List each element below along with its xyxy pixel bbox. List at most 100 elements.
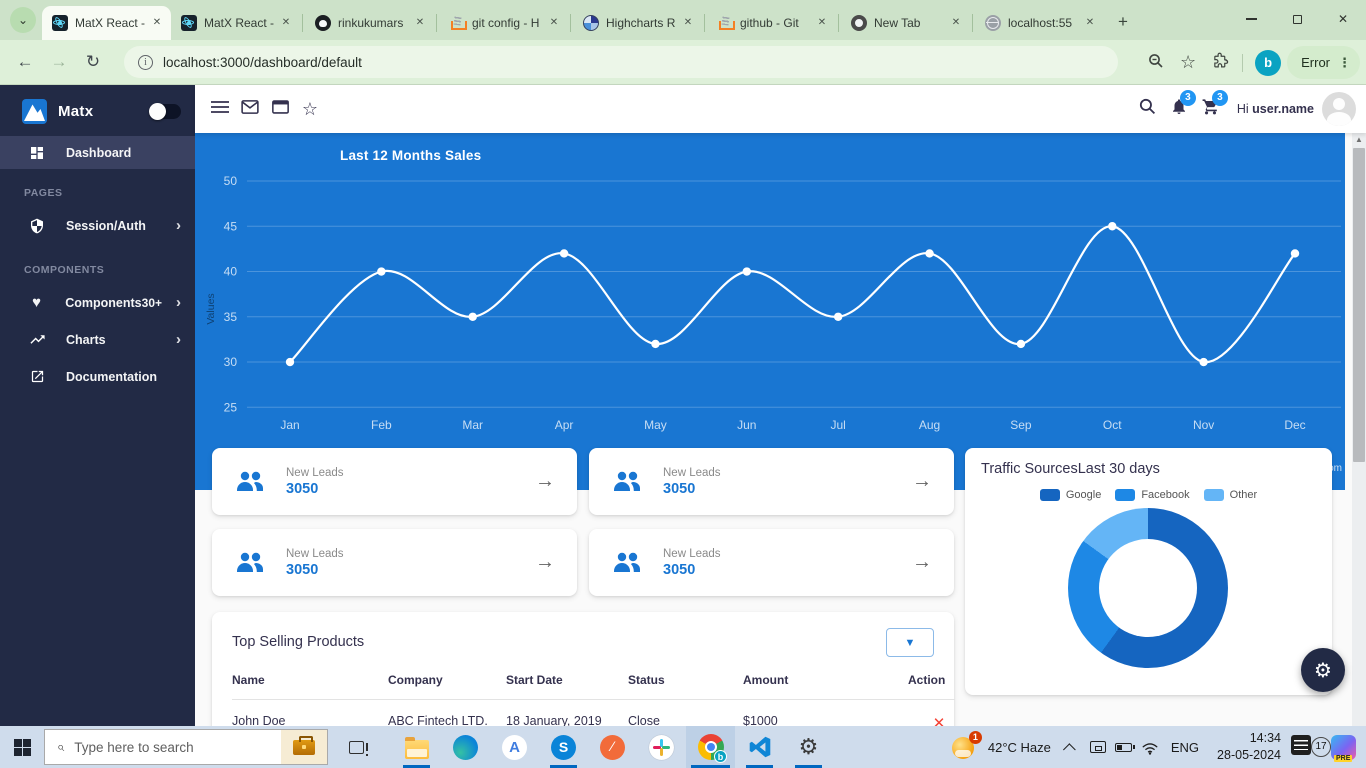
brand-name: Matx bbox=[58, 103, 149, 120]
user-avatar[interactable] bbox=[1322, 92, 1356, 126]
cast-device-icon[interactable] bbox=[1085, 741, 1111, 753]
taskbar-search-box[interactable]: ⌕ Type here to search bbox=[44, 729, 328, 765]
arrow-right-icon[interactable]: → bbox=[535, 551, 555, 574]
arrow-right-icon[interactable]: → bbox=[912, 551, 932, 574]
scrollbar-up-arrow[interactable]: ▲ bbox=[1352, 133, 1366, 147]
arrow-right-icon[interactable]: → bbox=[535, 470, 555, 493]
tab-close-icon[interactable]: ✕ bbox=[1082, 15, 1098, 31]
vscode-icon bbox=[747, 734, 773, 760]
bookmark-star-icon[interactable]: ☆ bbox=[1172, 52, 1204, 73]
people-group-icon bbox=[611, 551, 647, 575]
sidebar-mode-toggle[interactable] bbox=[149, 104, 181, 119]
show-hidden-icons-chevron[interactable] bbox=[1059, 743, 1085, 752]
arrow-right-icon[interactable]: → bbox=[912, 470, 932, 493]
notifications-button[interactable]: 3 bbox=[1163, 97, 1195, 121]
browser-tab-highcharts[interactable]: Highcharts R ✕ bbox=[573, 6, 702, 40]
table-menu-dropdown-button[interactable]: ▼ bbox=[886, 628, 934, 657]
browser-tab-github-git[interactable]: github - Git ✕ bbox=[707, 6, 836, 40]
traffic-sources-title: Traffic SourcesLast 30 days bbox=[981, 461, 1316, 477]
page-scrollbar[interactable]: ▲ bbox=[1352, 133, 1366, 726]
action-center-button[interactable]: 17 bbox=[1291, 732, 1331, 762]
site-info-icon[interactable]: i bbox=[138, 55, 153, 70]
taskbar-settings[interactable]: ⚙ bbox=[784, 726, 833, 768]
star-outline-icon[interactable]: ☆ bbox=[295, 99, 325, 120]
window-close-button[interactable]: ✕ bbox=[1320, 0, 1366, 38]
taskbar-edge[interactable] bbox=[441, 726, 490, 768]
svg-text:50: 50 bbox=[224, 174, 238, 188]
theme-settings-fab[interactable]: ⚙ bbox=[1301, 648, 1345, 692]
browser-tab-github-profile[interactable]: rinkukumars ✕ bbox=[305, 6, 434, 40]
tab-close-icon[interactable]: ✕ bbox=[680, 15, 696, 31]
url-text: localhost:3000/dashboard/default bbox=[163, 55, 362, 70]
tab-search-caret-icon[interactable]: ⌄ bbox=[10, 7, 36, 33]
language-indicator[interactable]: ENG bbox=[1171, 740, 1199, 755]
new-leads-card-3[interactable]: New Leads 3050 → bbox=[212, 529, 577, 596]
sidebar-item-session-auth[interactable]: Session/Auth › bbox=[0, 209, 195, 242]
battery-icon[interactable] bbox=[1111, 743, 1137, 752]
tab-close-icon[interactable]: ✕ bbox=[149, 15, 165, 31]
tab-close-icon[interactable]: ✕ bbox=[278, 15, 294, 31]
lead-card-value: 3050 bbox=[286, 481, 535, 497]
sidebar-item-dashboard[interactable]: Dashboard bbox=[0, 136, 195, 169]
taskbar-postman[interactable]: ⁄ bbox=[588, 726, 637, 768]
kebab-menu-icon[interactable]: ⋮ bbox=[1338, 55, 1352, 71]
window-minimize-button[interactable] bbox=[1228, 0, 1274, 38]
browser-tab-newtab[interactable]: New Tab ✕ bbox=[841, 6, 970, 40]
search-icon[interactable] bbox=[1133, 98, 1163, 120]
new-tab-button[interactable]: + bbox=[1118, 12, 1128, 32]
tab-close-icon[interactable]: ✕ bbox=[948, 15, 964, 31]
mail-icon[interactable] bbox=[235, 100, 265, 119]
tab-close-icon[interactable]: ✕ bbox=[412, 15, 428, 31]
address-bar[interactable]: i localhost:3000/dashboard/default bbox=[124, 46, 1118, 78]
tab-close-icon[interactable]: ✕ bbox=[546, 15, 562, 31]
new-leads-card-1[interactable]: New Leads 3050 → bbox=[212, 448, 577, 515]
menu-hamburger-icon[interactable] bbox=[205, 100, 235, 119]
lead-card-label: New Leads bbox=[286, 548, 535, 560]
browser-tab-localhost[interactable]: localhost:55 ✕ bbox=[975, 6, 1104, 40]
search-highlight-segment[interactable] bbox=[281, 730, 327, 764]
sidebar-item-components[interactable]: ♥ Components 30+ › bbox=[0, 286, 195, 319]
weather-widget[interactable]: 1 bbox=[950, 733, 980, 761]
people-group-icon bbox=[234, 551, 270, 575]
svg-text:Jan: Jan bbox=[280, 418, 299, 432]
task-view-button[interactable] bbox=[336, 741, 376, 754]
window-restore-button[interactable] bbox=[1274, 0, 1320, 38]
extensions-icon[interactable] bbox=[1204, 52, 1236, 73]
legend-item-google: Google bbox=[1040, 489, 1101, 501]
stackoverflow-favicon bbox=[449, 15, 465, 31]
new-leads-card-2[interactable]: New Leads 3050 → bbox=[589, 448, 954, 515]
cart-button[interactable]: 3 bbox=[1195, 97, 1227, 121]
back-icon[interactable]: ← bbox=[8, 52, 42, 72]
start-button[interactable] bbox=[0, 739, 44, 756]
file-explorer-icon bbox=[405, 740, 429, 759]
taskbar-chrome[interactable]: b bbox=[686, 726, 735, 768]
taskbar-file-explorer[interactable] bbox=[392, 726, 441, 768]
taskbar-app-a[interactable]: A bbox=[490, 726, 539, 768]
taskbar-slack[interactable] bbox=[637, 726, 686, 768]
taskbar-skype[interactable]: S bbox=[539, 726, 588, 768]
error-menu-button[interactable]: Error ⋮ bbox=[1287, 46, 1360, 79]
new-leads-card-4[interactable]: New Leads 3050 → bbox=[589, 529, 954, 596]
taskbar-clock[interactable]: 14:34 28-05-2024 bbox=[1217, 730, 1281, 764]
browser-tab-gitconfig[interactable]: git config - H ✕ bbox=[439, 6, 568, 40]
tab-close-icon[interactable]: ✕ bbox=[814, 15, 830, 31]
taskbar-vscode[interactable] bbox=[735, 726, 784, 768]
lead-card-label: New Leads bbox=[663, 467, 912, 479]
traffic-donut-chart bbox=[1068, 508, 1228, 668]
search-icon: ⌕ bbox=[57, 739, 64, 755]
browser-profile-avatar[interactable]: b bbox=[1255, 50, 1281, 76]
copilot-icon[interactable]: PRE bbox=[1331, 735, 1356, 760]
scrollbar-thumb[interactable] bbox=[1353, 148, 1365, 462]
web-asset-icon[interactable] bbox=[265, 100, 295, 119]
forward-icon[interactable]: → bbox=[42, 52, 76, 72]
wifi-icon[interactable] bbox=[1137, 740, 1163, 755]
sidebar-item-documentation[interactable]: Documentation bbox=[0, 360, 195, 393]
sidebar-section-pages: PAGES bbox=[0, 169, 195, 205]
sidebar-item-charts[interactable]: Charts › bbox=[0, 323, 195, 356]
zoom-icon[interactable] bbox=[1140, 53, 1172, 73]
browser-tab-matx-2[interactable]: MatX React - ✕ bbox=[171, 6, 300, 40]
products-table-title: Top Selling Products bbox=[232, 628, 886, 650]
weather-text[interactable]: 42°C Haze bbox=[988, 740, 1051, 755]
browser-tab-matx-1[interactable]: MatX React - ✕ bbox=[42, 6, 171, 40]
reload-icon[interactable]: ↻ bbox=[76, 52, 110, 72]
